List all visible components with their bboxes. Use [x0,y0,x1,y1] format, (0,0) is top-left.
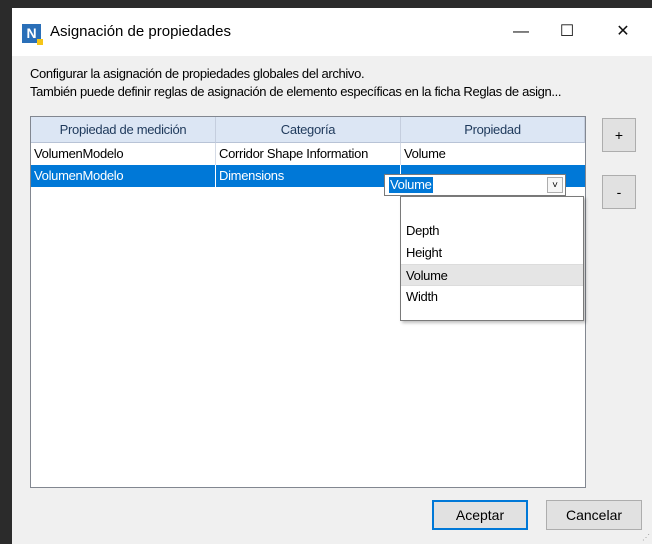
remove-row-button[interactable]: - [602,175,636,209]
cancel-button[interactable]: Cancelar [546,500,642,530]
property-dropdown-list[interactable]: Depth Height Volume Width [400,196,584,321]
dropdown-option-volume[interactable]: Volume [401,264,583,286]
navisworks-icon: N [22,24,43,45]
add-row-button[interactable]: + [602,118,636,152]
column-header-category[interactable]: Categoría [216,117,401,143]
resize-grip-icon[interactable]: ⋰ [642,534,650,542]
combobox-value: Volume [389,177,433,193]
dialog-title: Asignación de propiedades [50,23,231,40]
dropdown-option-height[interactable]: Height [401,242,583,264]
properties-dialog: N Asignación de propiedades — ☐ ✕ Config… [12,8,652,544]
description-line-1: Configurar la asignación de propiedades … [30,66,365,81]
cell-measurement[interactable]: VolumenModelo [31,165,216,187]
cell-category[interactable]: Corridor Shape Information [216,143,401,165]
cell-property[interactable]: Volume [401,143,585,165]
dropdown-option-depth[interactable]: Depth [401,220,583,242]
title-bar[interactable]: N Asignación de propiedades — ☐ ✕ [12,8,652,56]
column-header-property[interactable]: Propiedad [401,117,585,143]
column-header-measurement[interactable]: Propiedad de medición [31,117,216,143]
table-row[interactable]: VolumenModelo Corridor Shape Information… [31,143,585,165]
accept-button[interactable]: Aceptar [432,500,528,530]
property-combobox[interactable]: Volume ˅ [384,174,566,196]
background-dark-strip-left [0,0,12,544]
chevron-down-icon[interactable]: ˅ [547,177,563,193]
description-line-2: También puede definir reglas de asignaci… [30,84,562,99]
maximize-button[interactable]: ☐ [544,8,590,56]
dropdown-option-width[interactable]: Width [401,286,583,308]
close-button[interactable]: ✕ [600,8,646,56]
dropdown-option-empty[interactable] [401,198,583,220]
cell-category[interactable]: Dimensions [216,165,401,187]
cell-measurement[interactable]: VolumenModelo [31,143,216,165]
minimize-button[interactable]: — [498,8,544,56]
